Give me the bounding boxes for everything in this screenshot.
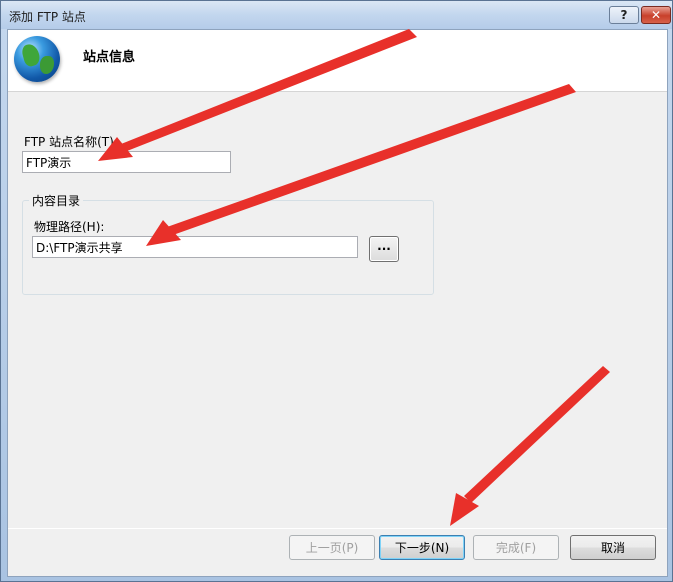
wizard-header: 站点信息 [8,30,667,92]
site-name-label: FTP 站点名称(T): [24,135,118,149]
page-title: 站点信息 [83,50,136,65]
physical-path-label: 物理路径(H): [34,220,105,234]
help-button[interactable]: ? [609,6,639,24]
dialog-body: 站点信息 FTP 站点名称(T): 内容目录 物理路径(H): ... 上一页(… [7,29,668,577]
content-directory-title: 内容目录 [29,192,84,209]
next-button[interactable]: 下一步(N) [379,535,465,560]
cancel-button[interactable]: 取消 [570,535,656,560]
finish-button[interactable]: 完成(F) [473,535,559,560]
close-button[interactable]: ✕ [641,6,671,24]
window-title: 添加 FTP 站点 [9,10,86,24]
physical-path-input[interactable] [32,236,358,258]
globe-icon [14,36,60,82]
footer-separator [8,528,667,529]
site-name-input[interactable] [22,151,231,173]
add-ftp-site-dialog: 添加 FTP 站点 ? ✕ 站点信息 FTP 站点名称(T): 内容目录 物理路… [0,0,673,582]
browse-button[interactable]: ... [369,236,399,262]
title-bar[interactable]: 添加 FTP 站点 ? ✕ [1,1,672,29]
previous-button[interactable]: 上一页(P) [289,535,375,560]
